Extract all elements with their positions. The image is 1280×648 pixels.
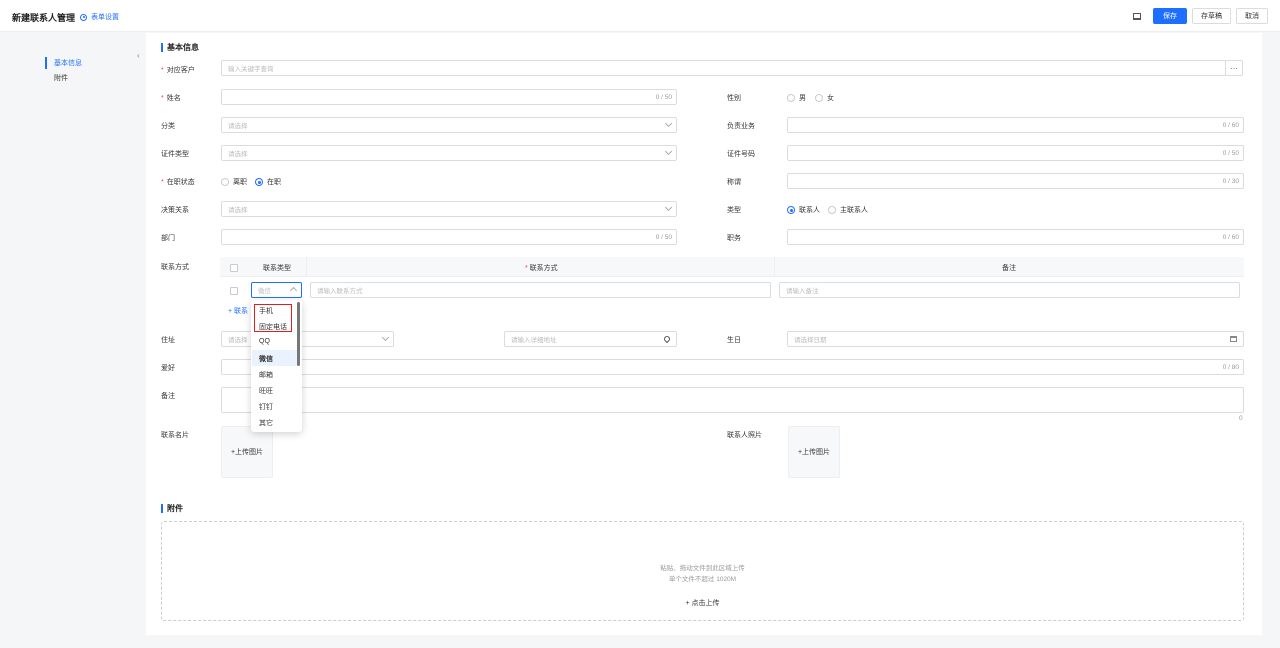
form-settings-link[interactable]: 表单设置 bbox=[80, 12, 119, 22]
status-active-radio[interactable]: 在职 bbox=[255, 177, 281, 187]
form-settings-label: 表单设置 bbox=[91, 14, 119, 21]
side-nav bbox=[0, 33, 144, 648]
col-note: 备注 bbox=[1002, 265, 1016, 272]
category-label: 分类 bbox=[161, 123, 175, 130]
honorific-label: 称谓 bbox=[727, 179, 741, 186]
col-divider bbox=[774, 257, 775, 277]
highlight-annotation-box bbox=[254, 304, 292, 332]
gender-label: 性别 bbox=[727, 95, 741, 102]
dept-input[interactable]: 0 / 50 bbox=[221, 229, 677, 245]
status-left-radio[interactable]: 离职 bbox=[221, 177, 247, 187]
hobby-input[interactable]: 0 / 80 bbox=[221, 359, 1244, 375]
note-textarea[interactable] bbox=[221, 387, 1244, 413]
customer-label: * 对应客户 bbox=[161, 67, 195, 74]
gender-male-radio[interactable]: 男 bbox=[787, 93, 806, 103]
print-icon[interactable] bbox=[1130, 9, 1144, 23]
collapse-chevron-icon[interactable]: ‹ bbox=[137, 51, 140, 60]
dropzone-limit: 单个文件不超过 1020M bbox=[668, 576, 737, 583]
save-button[interactable]: 保存 bbox=[1153, 8, 1187, 24]
position-input[interactable]: 0 / 60 bbox=[787, 229, 1244, 245]
chevron-down-icon bbox=[664, 203, 673, 212]
more-icon[interactable]: ··· bbox=[1225, 60, 1243, 76]
file-dropzone[interactable]: 粘贴、拖动文件到此区域上传 单个文件不超过 1020M + 点击上传 bbox=[161, 521, 1244, 621]
location-pin-icon bbox=[662, 334, 672, 344]
col-contact-type: 联系类型 bbox=[263, 265, 291, 272]
page-title: 新建联系人管理 bbox=[12, 13, 76, 23]
id-type-select[interactable]: 请选择 bbox=[221, 145, 677, 161]
hobby-label: 爱好 bbox=[161, 365, 175, 372]
address-label: 住址 bbox=[161, 337, 175, 344]
row-checkbox[interactable] bbox=[230, 287, 238, 295]
name-label: * 姓名 bbox=[161, 95, 181, 102]
type-primary-radio[interactable]: 主联系人 bbox=[828, 205, 868, 215]
option-qq[interactable]: QQ bbox=[259, 338, 270, 345]
option-dingtalk[interactable]: 钉钉 bbox=[259, 402, 273, 412]
dropzone-hint: 粘贴、拖动文件到此区域上传 bbox=[660, 565, 745, 572]
type-contact-radio[interactable]: 联系人 bbox=[787, 205, 820, 215]
cancel-button[interactable]: 取消 bbox=[1236, 8, 1268, 24]
option-email[interactable]: 邮箱 bbox=[259, 370, 273, 380]
section-attachment: 附件 bbox=[161, 503, 183, 514]
contact-type-dropdown: 手机 固定电话 QQ 微信 邮箱 旺旺 钉钉 其它 bbox=[251, 300, 302, 432]
photo-upload-button[interactable]: + 上传图片 bbox=[788, 426, 840, 478]
address-region-select[interactable]: 请选择 bbox=[221, 331, 394, 347]
id-type-label: 证件类型 bbox=[161, 151, 189, 158]
calendar-icon bbox=[1230, 336, 1237, 342]
gear-icon bbox=[80, 13, 87, 21]
contact-type-select[interactable]: 微信 bbox=[251, 282, 302, 298]
name-input[interactable]: 0 / 50 bbox=[221, 89, 677, 105]
birthday-label: 生日 bbox=[727, 337, 741, 344]
dept-label: 部门 bbox=[161, 235, 175, 242]
chevron-up-icon bbox=[289, 286, 298, 295]
click-upload-button[interactable]: + 点击上传 bbox=[162, 598, 1243, 608]
id-number-input[interactable]: 0 / 50 bbox=[787, 145, 1244, 161]
address-detail-input[interactable]: 请输入详细地址 bbox=[504, 331, 677, 347]
nav-active-indicator bbox=[45, 57, 47, 69]
save-draft-button[interactable]: 存草稿 bbox=[1192, 8, 1231, 24]
decision-select[interactable]: 请选择 bbox=[221, 201, 677, 217]
contact-note-input[interactable]: 请输入备注 bbox=[779, 282, 1240, 298]
section-basic-info: 基本信息 bbox=[161, 42, 199, 53]
birthday-input[interactable]: 请选择日期 bbox=[787, 331, 1244, 347]
card-label: 联系名片 bbox=[161, 432, 189, 439]
add-contact-button[interactable]: + 联系 bbox=[228, 306, 248, 316]
col-divider bbox=[306, 257, 307, 277]
gender-female-radio[interactable]: 女 bbox=[815, 93, 834, 103]
business-label: 负责业务 bbox=[727, 123, 755, 130]
note-count: 0 bbox=[1239, 415, 1243, 422]
nav-item-basic-info[interactable]: 基本信息 bbox=[54, 58, 82, 68]
contact-label: 联系方式 bbox=[161, 264, 189, 271]
chevron-down-icon bbox=[664, 147, 673, 156]
chevron-down-icon bbox=[381, 333, 390, 342]
note-label: 备注 bbox=[161, 393, 175, 400]
top-bar: 新建联系人管理 表单设置 保存 存草稿 取消 bbox=[0, 0, 1280, 32]
col-contact-method: * 联系方式 bbox=[525, 265, 558, 272]
card-upload-button[interactable]: + 上传图片 bbox=[221, 426, 273, 478]
position-label: 职务 bbox=[727, 235, 741, 242]
decision-label: 决策关系 bbox=[161, 207, 189, 214]
status-label: * 在职状态 bbox=[161, 179, 195, 186]
select-all-checkbox[interactable] bbox=[230, 264, 238, 272]
dropdown-scrollbar[interactable] bbox=[297, 302, 300, 366]
option-other[interactable]: 其它 bbox=[259, 418, 273, 428]
contact-method-input[interactable]: 请输入联系方式 bbox=[310, 282, 771, 298]
toolbar: 保存 存草稿 取消 bbox=[1130, 8, 1268, 24]
option-wechat[interactable]: 微信 bbox=[259, 354, 273, 364]
chevron-down-icon bbox=[664, 119, 673, 128]
photo-label: 联系人照片 bbox=[727, 432, 762, 439]
type-label: 类型 bbox=[727, 207, 741, 214]
id-number-label: 证件号码 bbox=[727, 151, 755, 158]
option-wangwang[interactable]: 旺旺 bbox=[259, 386, 273, 396]
nav-item-attachment[interactable]: 附件 bbox=[54, 73, 68, 83]
business-input[interactable]: 0 / 60 bbox=[787, 117, 1244, 133]
honorific-input[interactable]: 0 / 30 bbox=[787, 173, 1244, 189]
category-select[interactable]: 请选择 bbox=[221, 117, 677, 133]
contact-table-header: 联系类型 * 联系方式 备注 bbox=[220, 257, 1244, 277]
customer-input[interactable]: 输入关键字查询 bbox=[221, 60, 1226, 76]
